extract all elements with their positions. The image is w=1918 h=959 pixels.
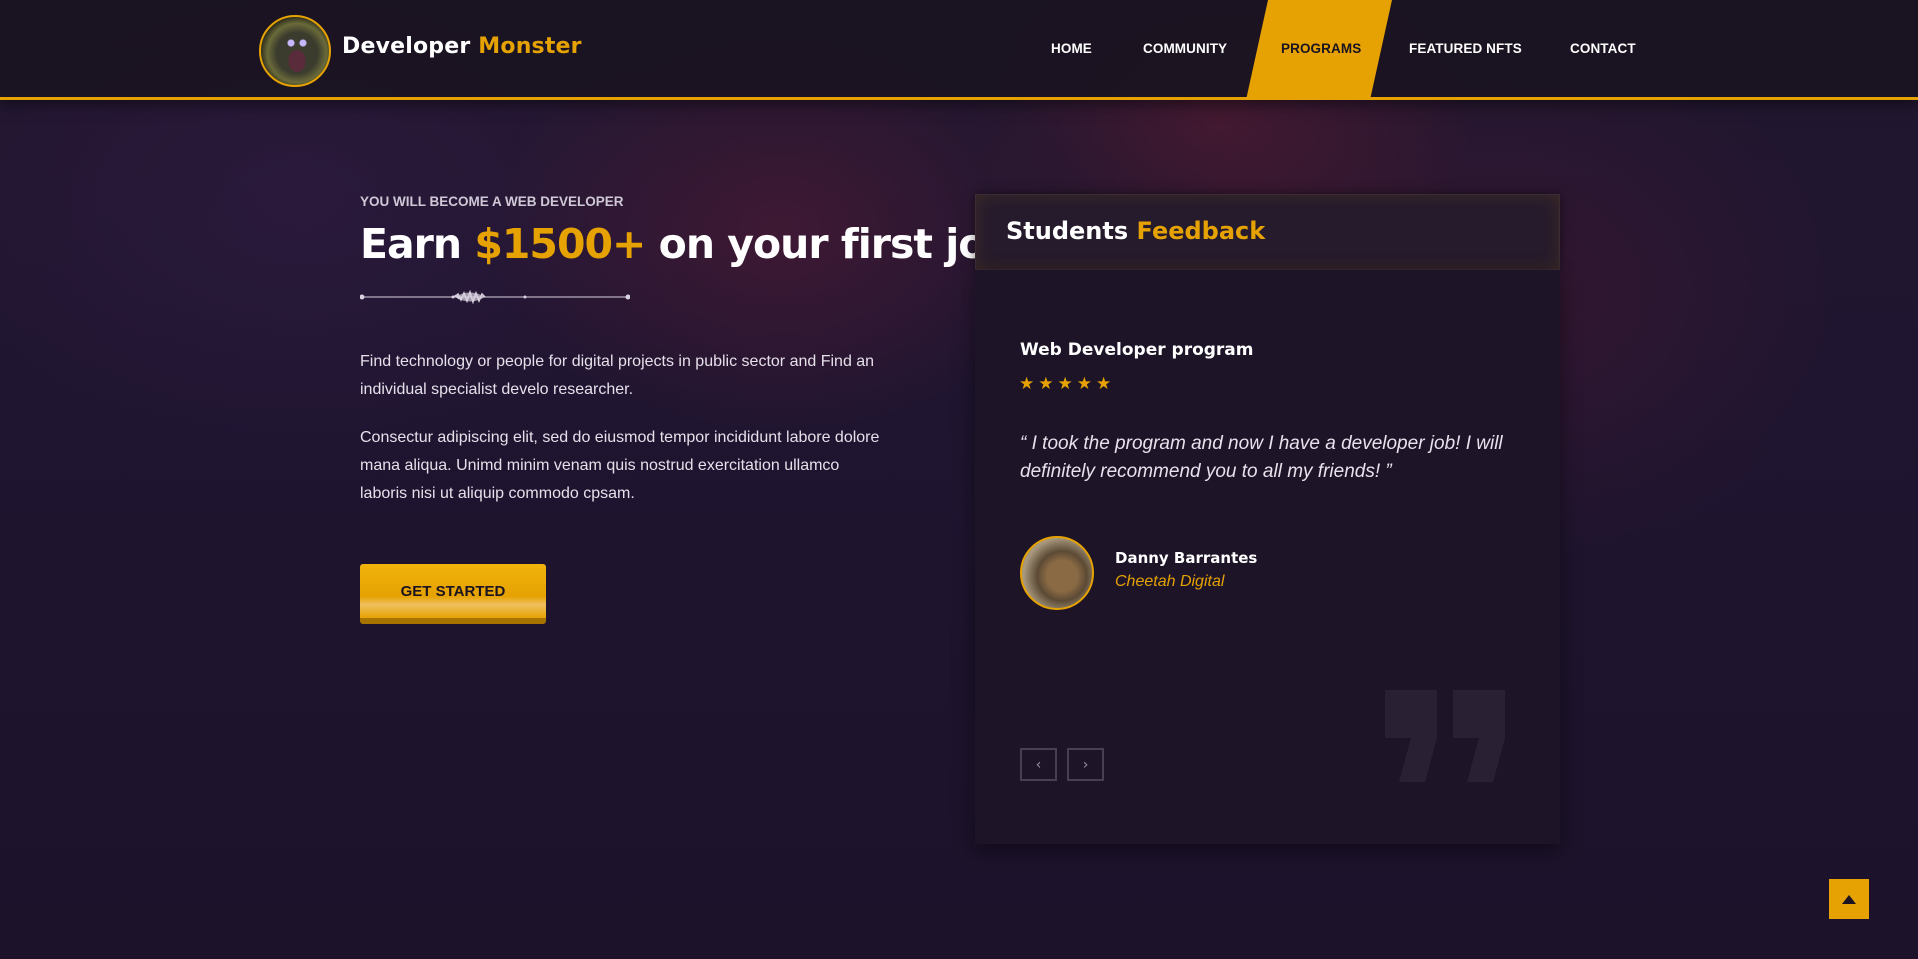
feedback-title-first: Students [1006,217,1129,245]
feedback-header: Students Feedback [975,194,1560,270]
brand-second: Monster [478,34,582,59]
star-icon: ★ [1057,374,1073,394]
wave-divider [360,290,630,304]
testimonial-card: Web Developer program ★ ★ ★ ★ ★ “ I took… [975,270,1560,844]
brand-first: Developer [342,34,471,59]
testimonial-quote: “ I took the program and now I have a de… [1020,433,1503,482]
nav-programs[interactable]: PROGRAMS [1281,41,1361,56]
headline-accent: $1500+ [474,220,646,268]
nav-home[interactable]: HOME [1051,41,1092,56]
chevron-right-icon: › [1082,756,1089,773]
headline-pre: Earn [360,220,462,268]
quote-mark-icon [1385,690,1505,782]
star-icon: ★ [1019,374,1035,394]
headline-post: on your first job [658,220,1015,268]
prev-testimonial-button[interactable]: ‹ [1020,748,1057,781]
author-avatar [1020,536,1094,610]
nav-community[interactable]: COMMUNITY [1143,41,1227,56]
brand-name[interactable]: Developer Monster [342,34,582,59]
star-icon: ★ [1076,374,1092,394]
star-icon: ★ [1096,374,1112,394]
author-name: Danny Barrantes [1115,549,1258,567]
nav-featured-nfts[interactable]: FEATURED NFTS [1409,41,1522,56]
feedback-title-accent: Feedback [1136,217,1266,245]
testimonial-program: Web Developer program [1020,340,1254,360]
monster-logo[interactable] [259,15,331,87]
hero-paragraph-1: Find technology or people for digital pr… [360,353,875,398]
get-started-button[interactable]: GET STARTED [360,564,546,624]
hero-eyebrow: YOU WILL BECOME A WEB DEVELOPER [360,194,624,209]
scroll-to-top-button[interactable] [1829,879,1869,919]
next-testimonial-button[interactable]: › [1067,748,1104,781]
star-icon: ★ [1038,374,1054,394]
author-company: Cheetah Digital [1115,573,1225,590]
hero-headline: Earn $1500+ on your first job [360,220,1015,268]
hero-paragraph-2: Consectur adipiscing elit, sed do eiusmo… [360,429,880,502]
triangle-up-icon [1842,894,1856,904]
chevron-left-icon: ‹ [1035,756,1042,773]
nav-contact[interactable]: CONTACT [1570,41,1636,56]
feedback-title: Students Feedback [1006,217,1265,245]
site-header: Developer Monster HOME COMMUNITY PROGRAM… [0,0,1918,100]
star-rating: ★ ★ ★ ★ ★ [1019,376,1111,393]
